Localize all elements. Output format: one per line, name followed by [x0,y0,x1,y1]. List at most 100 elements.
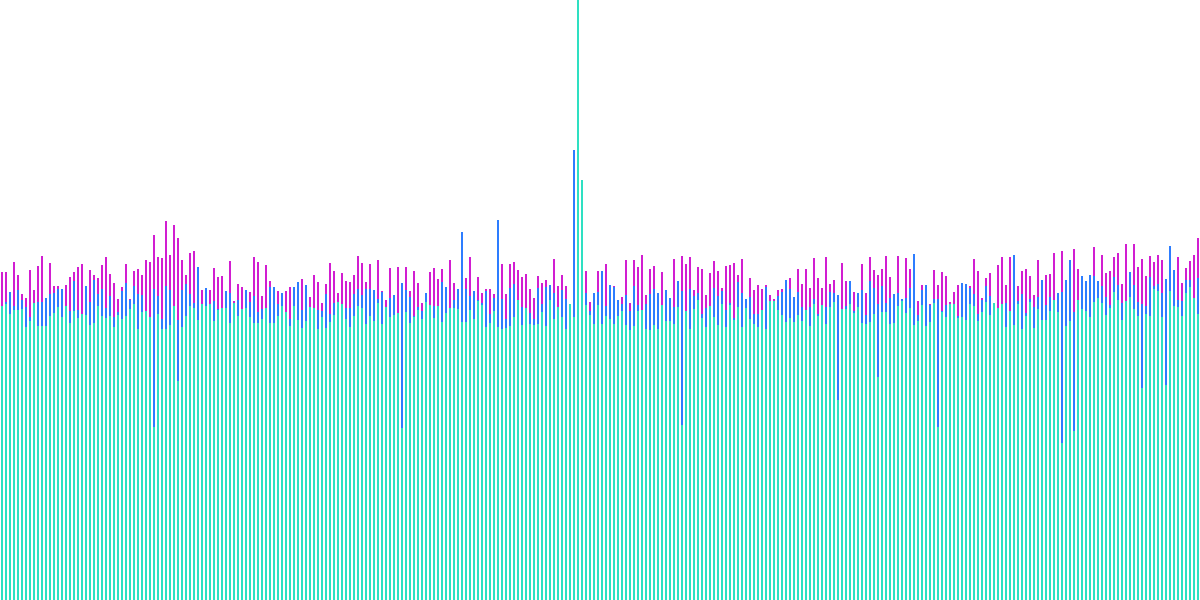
bar [773,301,775,600]
bar [937,427,939,600]
bar [309,307,311,600]
bar [1133,309,1135,600]
bar [1021,329,1023,600]
bar [177,381,179,600]
bar [1069,321,1071,600]
bar [425,302,427,600]
bar [497,327,499,600]
bar [737,307,739,600]
bar [401,428,403,600]
bar [617,316,619,600]
bar [213,321,215,600]
bar [809,326,811,600]
bar [109,316,111,600]
bar [325,328,327,600]
bar [277,316,279,600]
bar [29,321,31,600]
bar [1165,385,1167,600]
bar [1105,315,1107,600]
bar [837,400,839,600]
bar [1137,316,1139,600]
bar [1193,298,1195,600]
bar [449,308,451,600]
bar [533,325,535,600]
bar [725,327,727,600]
bar [1057,312,1059,600]
bar [1185,293,1187,600]
bar [229,323,231,600]
bar [61,317,63,600]
bar [669,321,671,600]
bar [693,309,695,600]
bar [469,310,471,600]
bar [709,306,711,600]
bar [905,313,907,600]
bar [509,326,511,600]
bar [249,317,251,600]
bar [393,315,395,600]
bar [1177,307,1179,600]
bar [173,306,175,600]
bar [301,328,303,600]
bar [965,320,967,600]
bar [1009,311,1011,600]
bar [577,0,579,600]
bar [609,319,611,600]
bar [361,308,363,600]
bar [565,329,567,600]
bar [885,312,887,600]
bar [137,329,139,600]
bar [741,327,743,600]
bar [461,322,463,600]
bar [529,324,531,600]
bar [97,306,99,600]
bar [901,301,903,600]
bar [1065,326,1067,600]
bar [1121,320,1123,600]
bar [845,309,847,600]
bar [333,315,335,600]
bar [289,326,291,600]
bar [697,300,699,600]
bar [893,323,895,600]
bar [101,316,103,600]
bar [785,322,787,600]
bar [897,306,899,600]
bar [169,325,171,600]
bar [517,300,519,600]
bar [477,301,479,600]
bar [781,315,783,600]
bar [489,323,491,600]
bar [189,306,191,600]
bar [549,300,551,600]
bar [1197,314,1199,600]
bar [653,325,655,600]
bar [805,310,807,600]
bar [797,315,799,600]
bar [1173,306,1175,600]
bar [341,304,343,600]
bar [921,305,923,600]
bar [373,321,375,600]
bar [877,377,879,600]
bar [1049,311,1051,600]
bar [117,315,119,600]
bar [125,316,127,600]
bar [357,306,359,600]
bar [649,330,651,600]
bar [1077,300,1079,600]
bar [933,303,935,600]
bar [969,304,971,600]
bar [777,310,779,600]
bar [1053,300,1055,600]
bar [437,306,439,600]
bar [313,308,315,600]
bar [949,304,951,600]
bar [221,308,223,600]
bar [197,320,199,600]
bar [21,309,23,600]
bar [733,320,735,600]
bar [657,329,659,600]
bar [141,312,143,600]
bar [185,316,187,600]
